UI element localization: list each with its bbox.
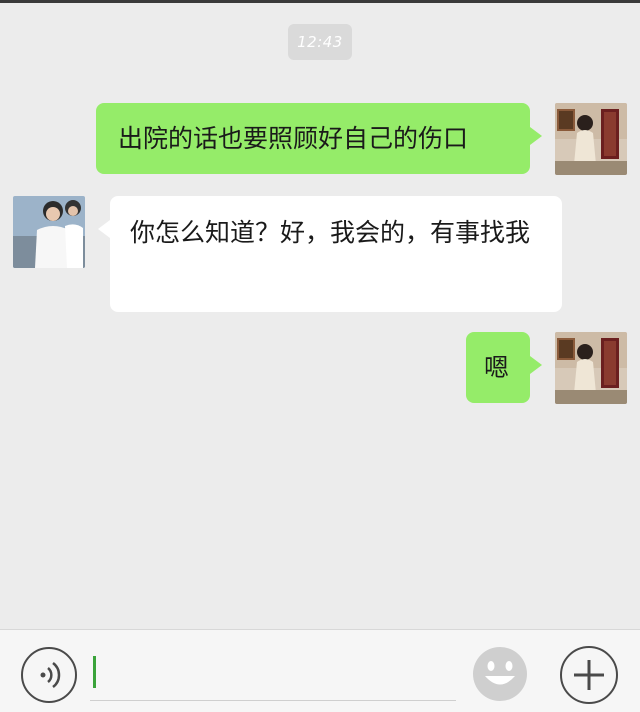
voice-button[interactable] (21, 647, 77, 703)
bubble-tail (530, 356, 542, 374)
sent-message-bubble[interactable]: 嗯 (466, 332, 530, 403)
message-text: 出院的话也要照顾好自己的伤口 (118, 124, 469, 153)
message-text: 你怎么知道？好，我会的，有事找我 (130, 218, 531, 247)
received-message-bubble[interactable]: 你怎么知道？好，我会的，有事找我 (110, 196, 562, 312)
message-row: 嗯 (0, 332, 640, 404)
emoji-icon (473, 647, 527, 701)
chat-input-bar (0, 629, 640, 712)
message-timestamp: 12:43 (288, 24, 352, 60)
sent-message-bubble[interactable]: 出院的话也要照顾好自己的伤口 (96, 103, 530, 174)
message-input[interactable] (90, 650, 456, 701)
more-options-button[interactable] (560, 646, 618, 704)
boys-photo-avatar[interactable] (13, 196, 85, 268)
message-row: 出院的话也要照顾好自己的伤口 (0, 103, 640, 175)
emoji-button[interactable] (471, 645, 529, 703)
message-row: 你怎么知道？好，我会的，有事找我 (0, 196, 640, 312)
bubble-tail (530, 127, 542, 145)
status-bar-edge (0, 0, 640, 3)
girl-photo-avatar[interactable] (555, 103, 627, 175)
bubble-tail (98, 220, 110, 238)
message-text: 嗯 (484, 353, 510, 382)
plus-icon (574, 660, 604, 690)
girl-photo-avatar[interactable] (555, 332, 627, 404)
voice-icon (40, 662, 61, 688)
text-caret (93, 656, 96, 688)
